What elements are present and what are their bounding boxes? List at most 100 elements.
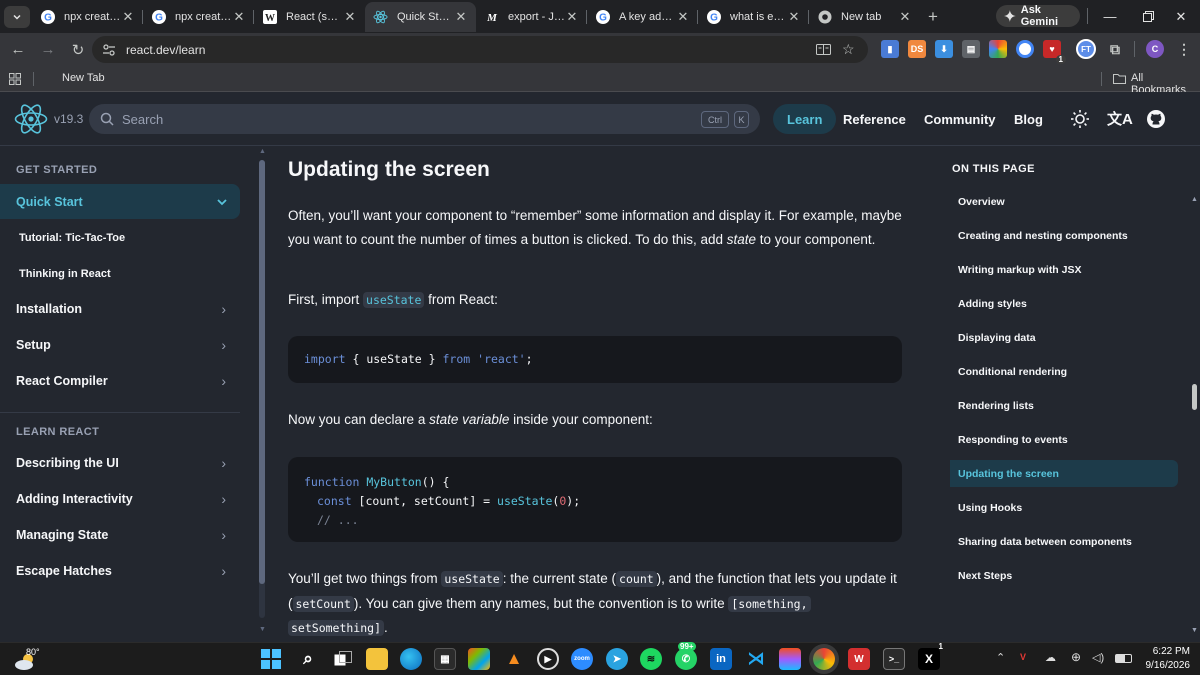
version-label[interactable]: v19.3	[54, 112, 83, 126]
ask-gemini-button[interactable]: Ask Gemini	[996, 4, 1080, 28]
tray-battery-icon[interactable]	[1115, 654, 1132, 663]
close-window-button[interactable]: ✕	[1162, 0, 1200, 33]
close-tab-icon[interactable]: ✕	[343, 9, 357, 25]
chrome-icon[interactable]	[813, 648, 835, 670]
toc-item[interactable]: Writing markup with JSX	[958, 264, 1082, 276]
tray-chevron-up-icon[interactable]: ⌃	[996, 651, 1005, 664]
file-explorer-icon[interactable]	[366, 648, 388, 670]
sidebar-item-escape-hatches[interactable]: Escape Hatches ›	[16, 563, 226, 579]
browser-tab[interactable]: W React (softwa✕	[254, 2, 365, 32]
vscode-icon[interactable]: ⋊	[745, 648, 767, 670]
store-icon[interactable]: ▦	[434, 648, 456, 670]
toc-item[interactable]: Displaying data	[958, 332, 1036, 344]
close-tab-icon[interactable]: ✕	[898, 9, 912, 25]
bookmark-star-icon[interactable]: ☆	[842, 41, 855, 58]
new-tab-button[interactable]: +	[920, 7, 946, 27]
vlc-icon[interactable]: ▲	[503, 648, 525, 670]
telegram-icon[interactable]: ➤	[606, 648, 628, 670]
browser-tab[interactable]: Gwhat is expor✕	[698, 2, 809, 32]
toc-item[interactable]: Using Hooks	[958, 502, 1022, 514]
sidebar-item-quick-start[interactable]: Quick Start	[0, 184, 240, 219]
circle-extension-icon[interactable]	[1016, 40, 1034, 58]
sidebar-item-react-compiler[interactable]: React Compiler ›	[16, 373, 226, 389]
address-bar[interactable]: react.dev/learn ☆	[92, 36, 868, 63]
code-block-import[interactable]: import { useState } from 'react';	[288, 336, 902, 383]
close-tab-icon[interactable]: ✕	[454, 9, 468, 25]
close-tab-icon[interactable]: ✕	[787, 9, 801, 25]
browser-tab[interactable]: G A key advanta✕	[587, 2, 698, 32]
profile-avatar[interactable]: C	[1146, 40, 1164, 58]
zoom-icon[interactable]: zoom	[571, 648, 593, 670]
github-icon[interactable]	[1146, 109, 1166, 129]
toc-item[interactable]: Next Steps	[958, 570, 1012, 582]
task-view-icon[interactable]	[332, 648, 354, 670]
sidebar-item-thinking-in-react[interactable]: Thinking in React	[19, 268, 111, 280]
edge-icon[interactable]	[400, 648, 422, 670]
reload-button[interactable]: ↻	[63, 35, 93, 65]
sidebar-item-managing-state[interactable]: Managing State ›	[16, 527, 226, 543]
terminal-icon[interactable]: >_	[883, 648, 905, 670]
theme-toggle-sun-icon[interactable]	[1070, 109, 1090, 129]
tray-language-icon[interactable]: ⊕	[1071, 650, 1081, 664]
extensions-puzzle-icon[interactable]: ⧉	[1106, 40, 1124, 58]
start-windows-icon[interactable]	[260, 648, 282, 670]
toc-item[interactable]: Updating the screen	[950, 460, 1178, 487]
usestate-link[interactable]: useState	[363, 292, 425, 308]
code-block-usestate[interactable]: function MyButton() { const [count, setC…	[288, 457, 902, 542]
x-twitter-icon[interactable]: X 1	[918, 642, 943, 670]
clock-time[interactable]: 6:22 PM	[1148, 646, 1190, 657]
toc-item[interactable]: Rendering lists	[958, 400, 1034, 412]
sidebar-item-adding-interactivity[interactable]: Adding Interactivity ›	[16, 491, 226, 507]
search-input[interactable]: Search Ctrl K	[89, 104, 760, 134]
toc-item[interactable]: Conditional rendering	[958, 366, 1067, 378]
color-extension-icon[interactable]	[989, 40, 1007, 58]
docs-extension-icon[interactable]: ▮	[881, 40, 899, 58]
toc-item[interactable]: Adding styles	[958, 298, 1027, 310]
browser-tab[interactable]: Gnpx create-re✕	[143, 2, 254, 32]
scroll-up-arrow-icon[interactable]: ▲	[1191, 196, 1198, 203]
forward-button[interactable]: →	[33, 35, 63, 65]
close-tab-icon[interactable]: ✕	[121, 9, 135, 25]
linkedin-icon[interactable]: in	[710, 648, 732, 670]
apps-grid-icon[interactable]	[9, 73, 21, 85]
whatsapp-icon[interactable]: ✆ 99+	[675, 642, 697, 670]
nav-learn[interactable]: Learn	[773, 104, 837, 134]
ds-extension-icon[interactable]: DS	[908, 40, 926, 58]
close-tab-icon[interactable]: ✕	[232, 9, 246, 25]
nav-community[interactable]: Community	[924, 104, 996, 134]
toc-item[interactable]: Overview	[958, 196, 1005, 208]
scroll-down-arrow-icon[interactable]: ▼	[1191, 627, 1198, 634]
browser-tab[interactable]: Mexport - JavaS✕	[476, 2, 587, 32]
clock-date[interactable]: 9/16/2026	[1140, 660, 1191, 671]
close-tab-icon[interactable]: ✕	[676, 9, 690, 25]
more-menu-icon[interactable]: ⋮	[1175, 40, 1193, 58]
back-button[interactable]: ←	[3, 35, 33, 65]
language-translate-icon[interactable]: 文A	[1107, 108, 1133, 129]
nav-reference[interactable]: Reference	[843, 104, 906, 134]
sidebar-item-tutorial[interactable]: Tutorial: Tic-Tac-Toe	[19, 232, 125, 244]
sidebar-item-installation[interactable]: Installation ›	[16, 301, 226, 317]
scroll-down-arrow-icon[interactable]: ▼	[259, 626, 266, 633]
close-tab-icon[interactable]: ✕	[565, 9, 579, 25]
browser-tab[interactable]: Quick Start –✕	[365, 1, 476, 32]
nav-blog[interactable]: Blog	[1014, 104, 1043, 134]
reading-mode-icon[interactable]	[816, 43, 831, 56]
profile-avatar-ft[interactable]: FT	[1076, 39, 1096, 59]
page-scrollbar[interactable]: ▲ ▼	[1189, 146, 1200, 642]
toc-item[interactable]: Responding to events	[958, 434, 1068, 446]
weather-widget[interactable]: 80°	[14, 647, 64, 673]
media-player-icon[interactable]: ▶	[537, 648, 559, 670]
download-extension-icon[interactable]: ⬇	[935, 40, 953, 58]
copilot-icon[interactable]	[468, 648, 490, 670]
gift-extension-icon[interactable]: ♥ 1	[1043, 40, 1066, 64]
sidebar-item-describing-ui[interactable]: Describing the UI ›	[16, 455, 226, 471]
toc-item[interactable]: Creating and nesting components	[958, 230, 1128, 242]
clipboard-extension-icon[interactable]: ▤	[962, 40, 980, 58]
wps-icon[interactable]: W	[848, 648, 870, 670]
scrollbar-thumb[interactable]	[259, 160, 265, 584]
tab-search-button[interactable]	[4, 5, 30, 28]
bookmark-new-tab[interactable]: New Tab	[62, 72, 105, 84]
react-logo-icon[interactable]	[14, 103, 48, 135]
figma-icon[interactable]	[779, 648, 801, 670]
tray-volume-icon[interactable]: ◁)	[1092, 651, 1104, 664]
